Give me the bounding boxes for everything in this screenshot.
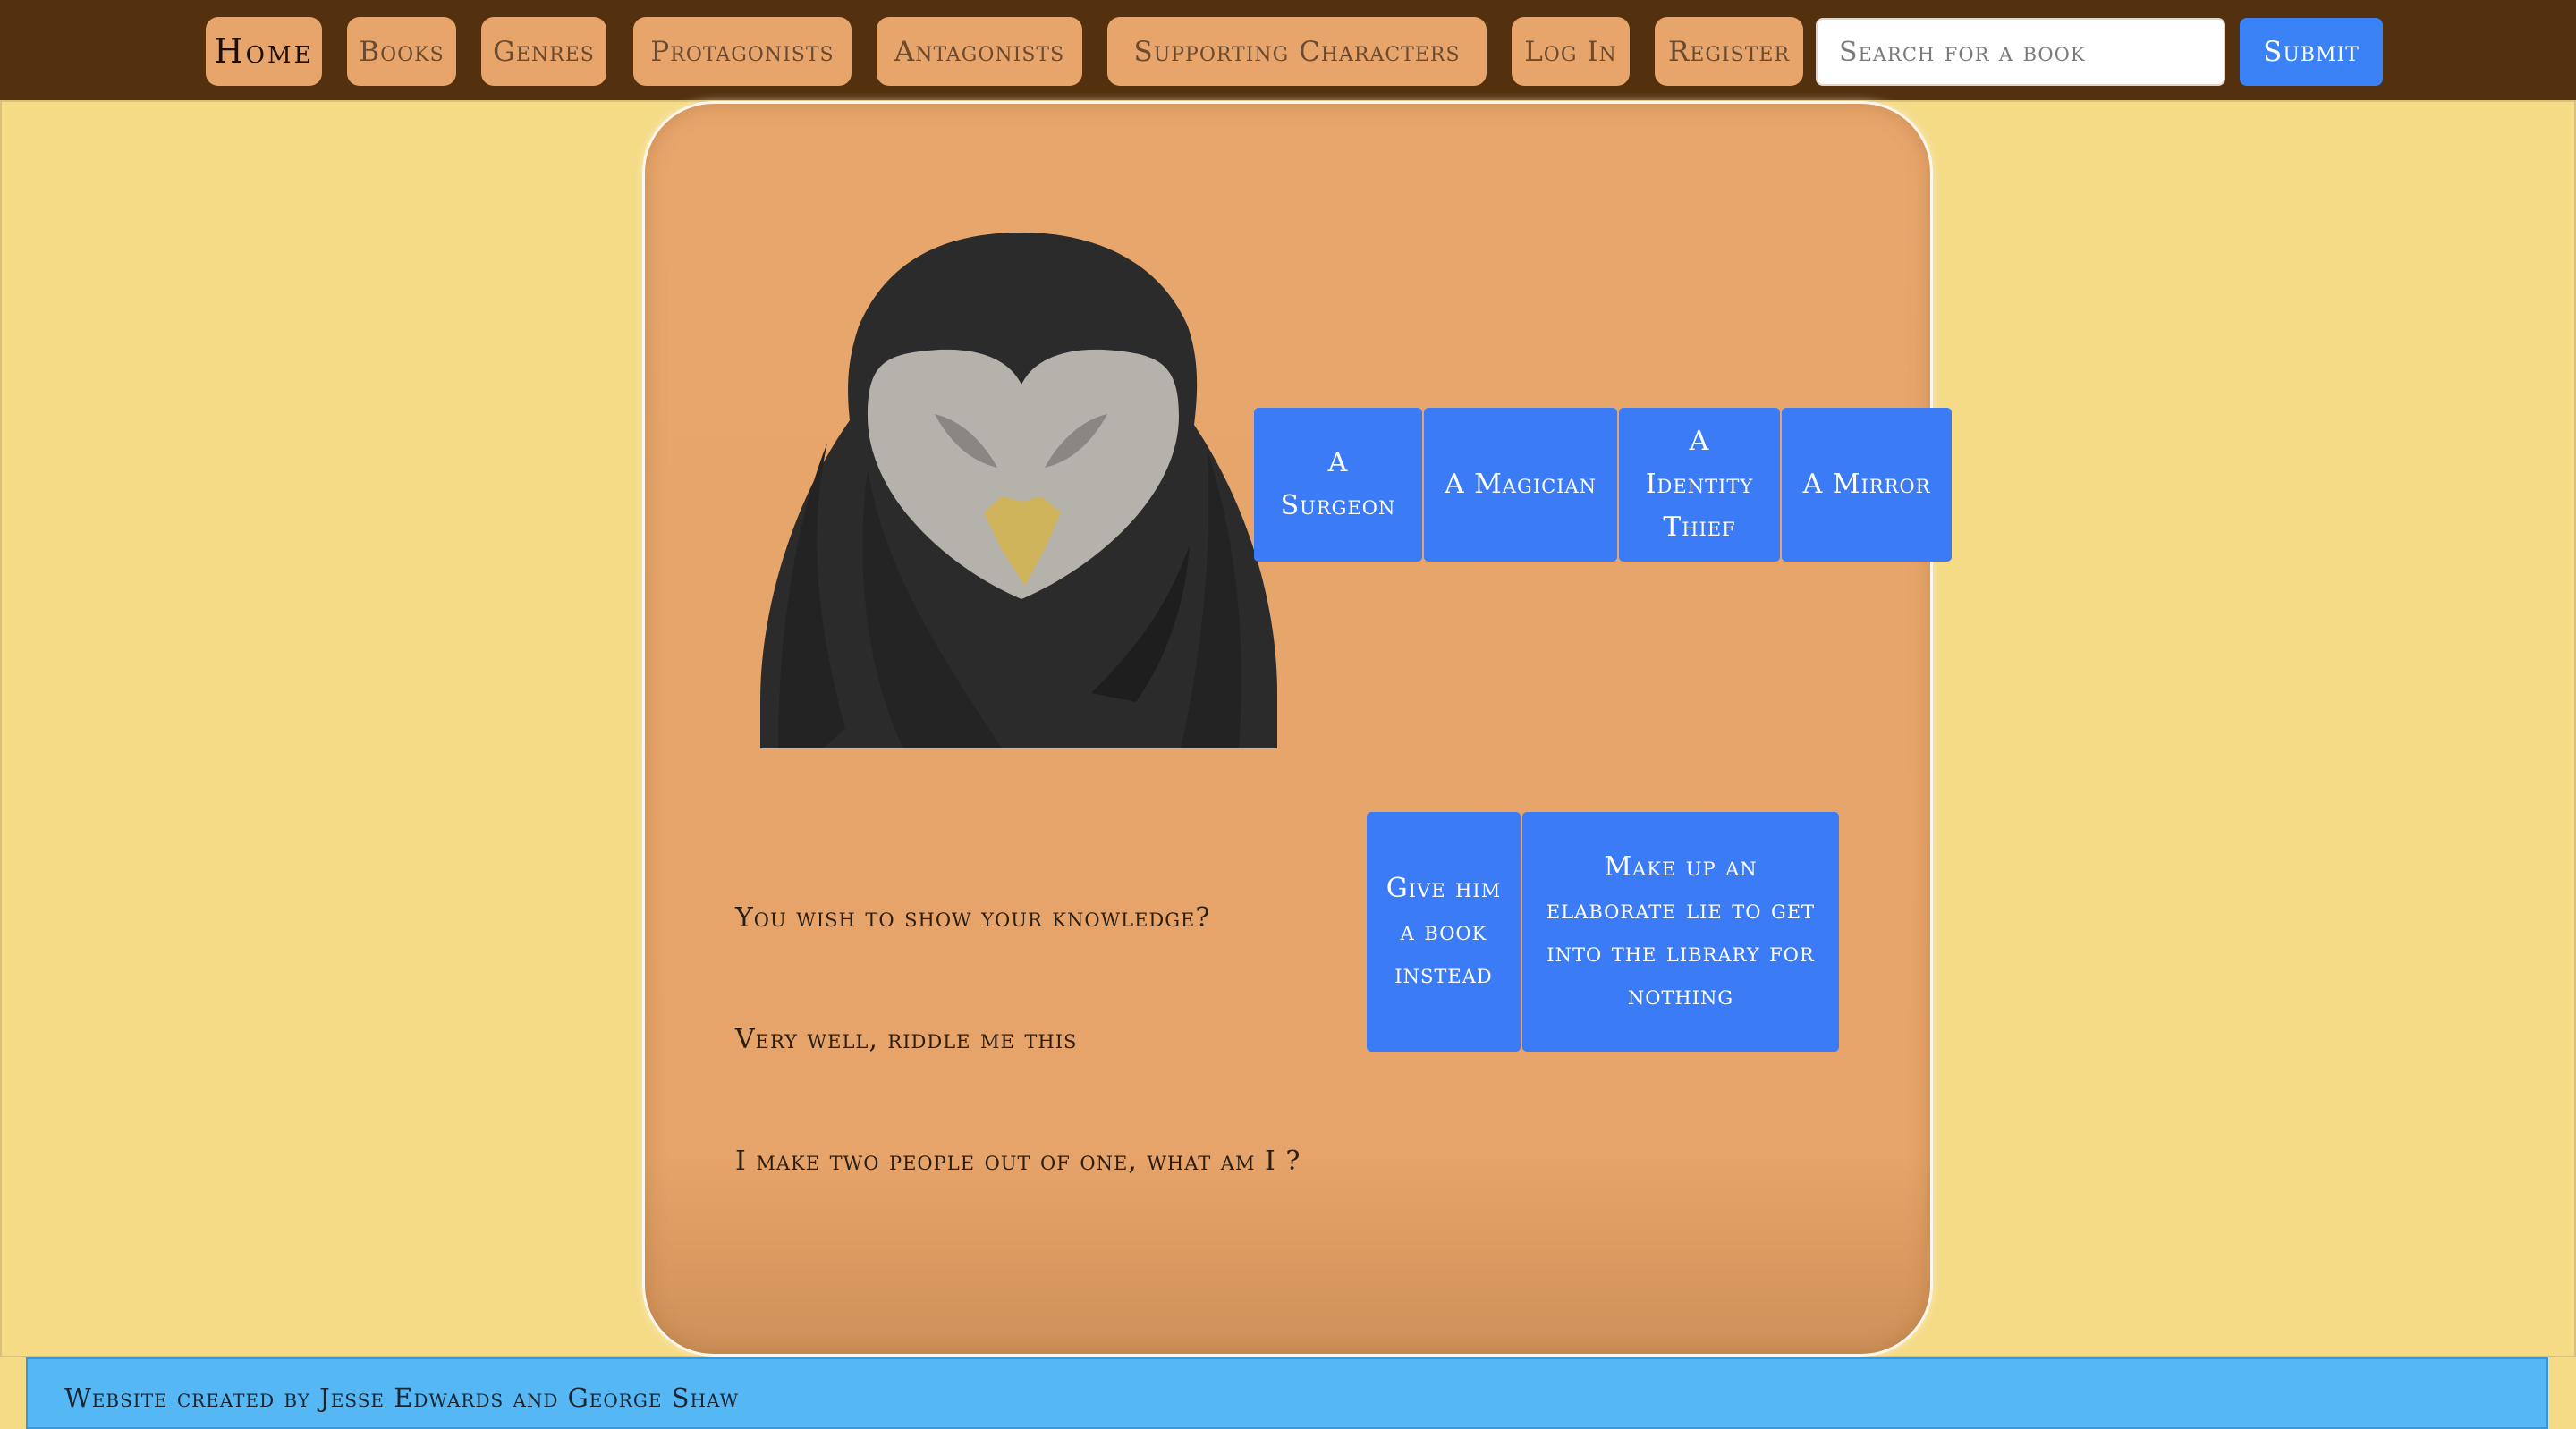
nav-protagonists-button[interactable]: Protagonists [633, 17, 852, 86]
nav-books-button[interactable]: Books [347, 17, 456, 86]
dialogue-line: Very well, riddle me this [735, 1024, 1078, 1055]
answer-magician-button[interactable]: A Magician [1424, 408, 1617, 562]
give-book-button[interactable]: Give him a book instead [1367, 812, 1521, 1052]
nav-genres-button[interactable]: Genres [481, 17, 606, 86]
answer-surgeon-button[interactable]: A Surgeon [1254, 408, 1422, 562]
nav-supporting-characters-button[interactable]: Supporting Characters [1107, 17, 1487, 86]
footer-credits: Website created by Jesse Edwards and Geo… [64, 1382, 740, 1413]
nav-login-button[interactable]: Log In [1512, 17, 1630, 86]
elaborate-lie-button[interactable]: Make up an elaborate lie to get into the… [1522, 812, 1839, 1052]
search-input[interactable] [1816, 18, 2225, 86]
top-navbar: Home Books Genres Protagonists Antagonis… [0, 0, 2576, 100]
nav-antagonists-button[interactable]: Antagonists [877, 17, 1082, 86]
submit-button[interactable]: Submit [2240, 18, 2383, 86]
owl-icon [760, 233, 1277, 748]
nav-home-button[interactable]: Home [206, 17, 322, 86]
answer-identity-thief-button[interactable]: A Identity Thief [1619, 408, 1780, 562]
nav-register-button[interactable]: Register [1655, 17, 1803, 86]
footer: Website created by Jesse Edwards and Geo… [26, 1357, 2548, 1429]
riddle-question: I make two people out of one, what am I … [735, 1146, 1301, 1177]
answer-mirror-button[interactable]: A Mirror [1782, 408, 1952, 562]
dialogue-line: You wish to show your knowledge? [735, 902, 1211, 934]
